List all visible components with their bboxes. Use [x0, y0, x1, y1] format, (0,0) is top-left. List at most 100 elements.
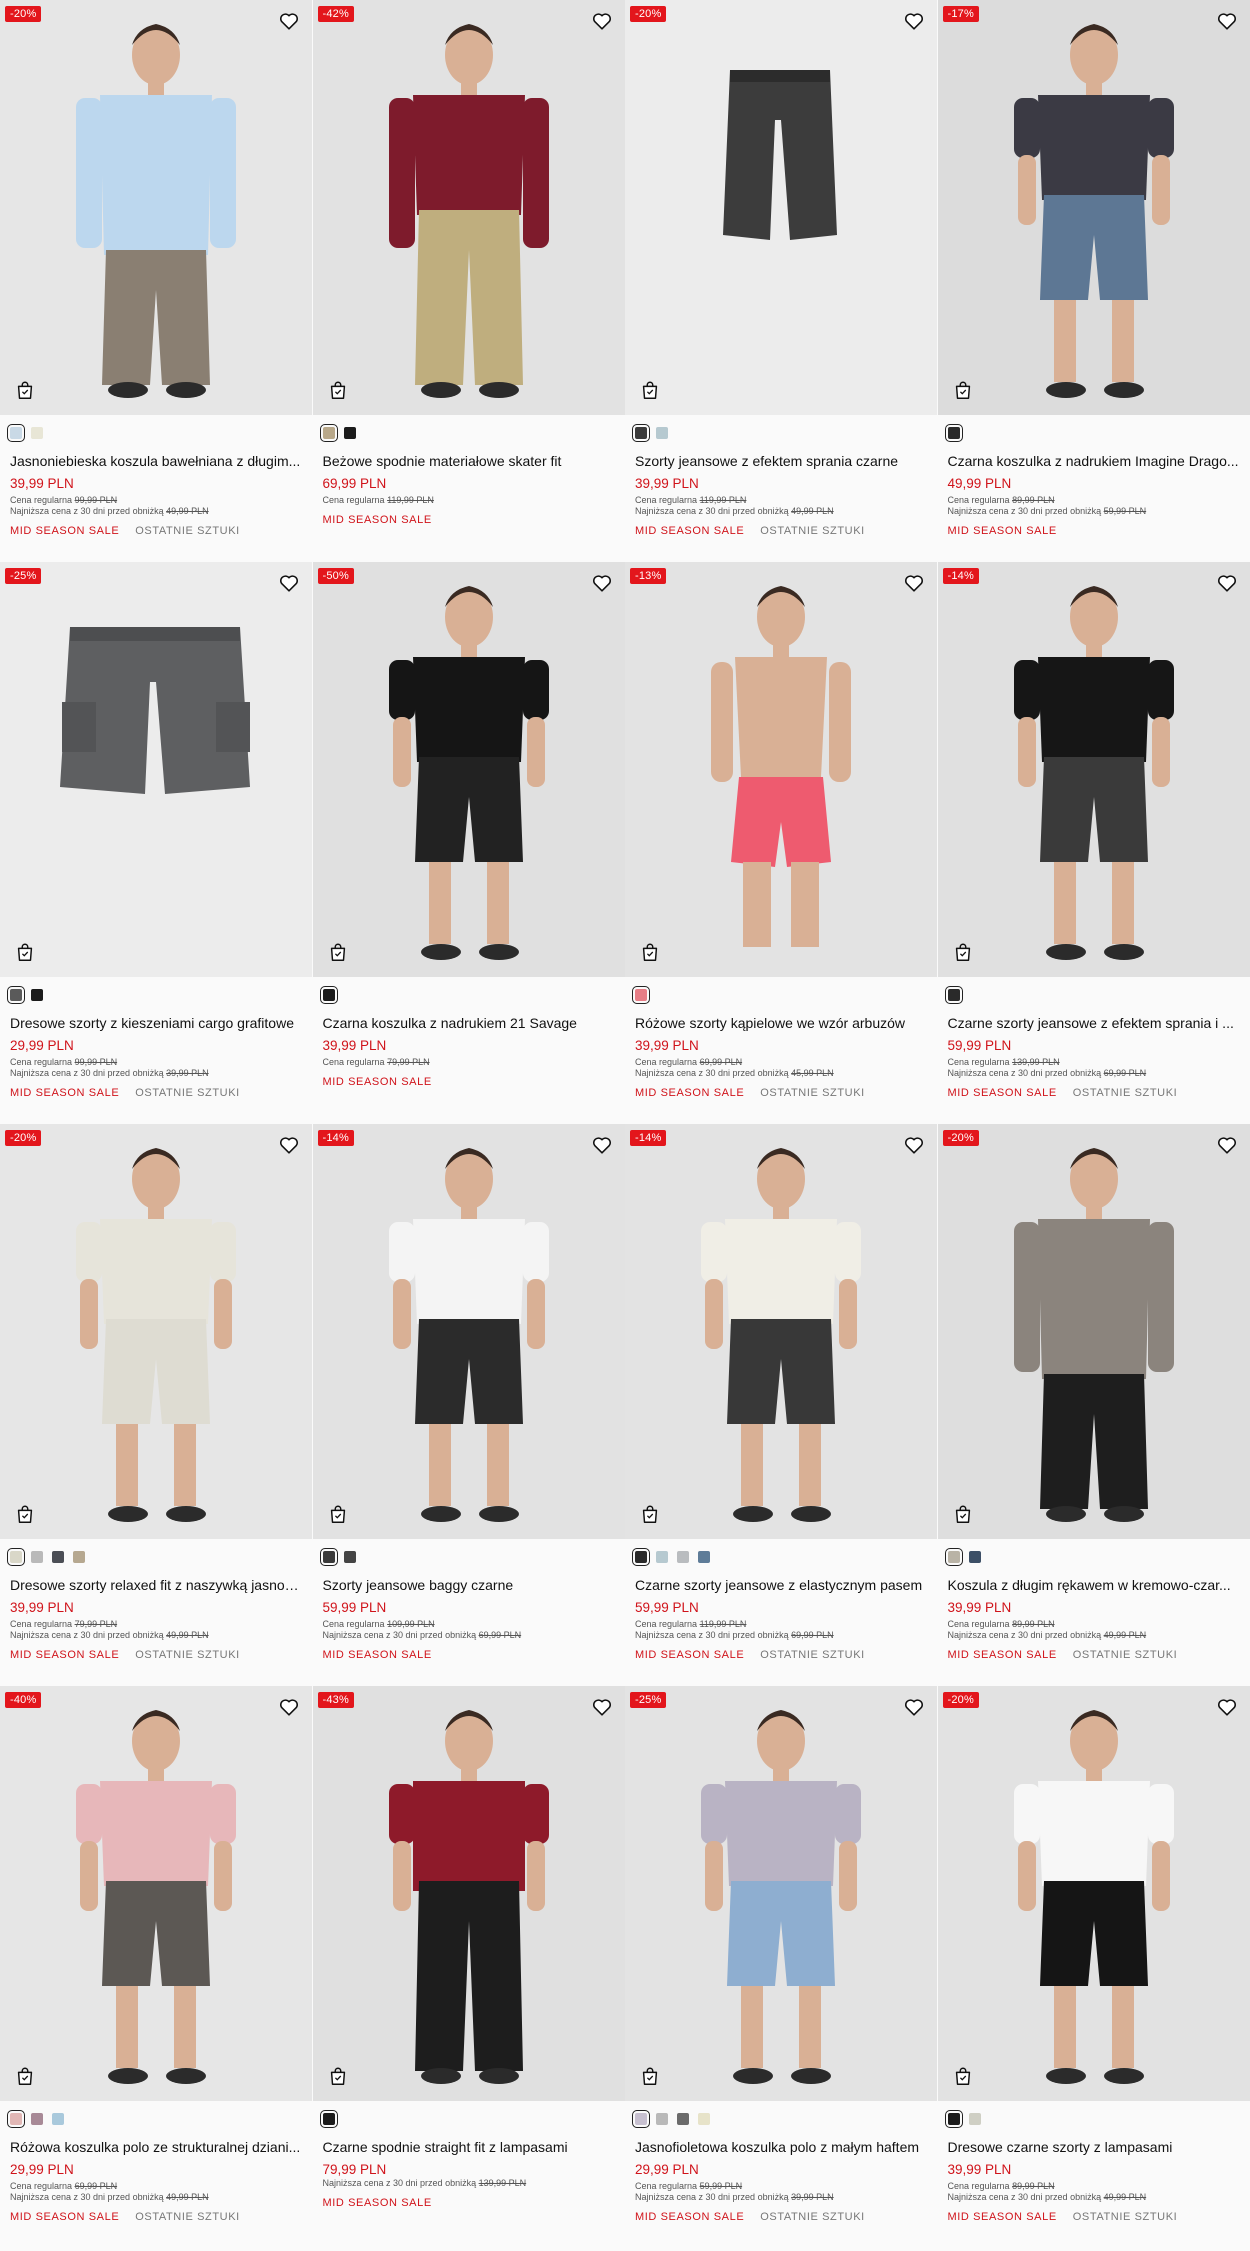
heart-icon[interactable]: [1216, 1134, 1238, 1156]
product-card[interactable]: -17% Czarna koszulka z nadrukiem Imagine …: [937, 0, 1250, 562]
heart-icon[interactable]: [278, 10, 300, 32]
color-swatch[interactable]: [968, 2113, 981, 2125]
heart-icon[interactable]: [278, 1696, 300, 1718]
product-image[interactable]: -25%: [625, 1686, 937, 2101]
color-swatch[interactable]: [677, 1551, 689, 1563]
heart-icon[interactable]: [903, 10, 925, 32]
color-swatch[interactable]: [632, 424, 650, 442]
product-card[interactable]: -13% Różowe szorty kąpielowe we wzór arbu…: [625, 562, 938, 1124]
product-title[interactable]: Jasnofioletowa koszulka polo z małym haf…: [635, 2138, 927, 2156]
color-swatch[interactable]: [656, 2113, 668, 2125]
product-image[interactable]: -20%: [625, 0, 937, 415]
bag-icon[interactable]: [327, 941, 349, 963]
color-swatch[interactable]: [968, 1551, 981, 1563]
color-swatch[interactable]: [944, 424, 963, 442]
product-title[interactable]: Czarne szorty jeansowe z elastycznym pas…: [635, 1576, 927, 1594]
color-swatch[interactable]: [656, 1551, 668, 1563]
product-card[interactable]: -25% Dresowe szorty z kieszeniami cargo g…: [0, 562, 313, 1124]
product-title[interactable]: Szorty jeansowe baggy czarne: [323, 1576, 615, 1594]
color-swatch[interactable]: [319, 2110, 338, 2128]
bag-icon[interactable]: [14, 379, 36, 401]
bag-icon[interactable]: [327, 1503, 349, 1525]
bag-icon[interactable]: [952, 2065, 974, 2087]
heart-icon[interactable]: [903, 1696, 925, 1718]
product-image[interactable]: -14%: [312, 1124, 625, 1539]
heart-icon[interactable]: [278, 572, 300, 594]
heart-icon[interactable]: [591, 1696, 613, 1718]
product-image[interactable]: -17%: [937, 0, 1250, 415]
product-card[interactable]: -20% Szorty jeansowe z efektem sprania cz…: [625, 0, 938, 562]
bag-icon[interactable]: [952, 379, 974, 401]
heart-icon[interactable]: [591, 572, 613, 594]
color-swatch[interactable]: [52, 2113, 64, 2125]
color-swatch[interactable]: [698, 2113, 710, 2125]
product-card[interactable]: -42% Beżowe spodnie materiałowe skater fi…: [312, 0, 625, 562]
heart-icon[interactable]: [1216, 10, 1238, 32]
bag-icon[interactable]: [327, 379, 349, 401]
color-swatch[interactable]: [31, 427, 43, 439]
bag-icon[interactable]: [952, 941, 974, 963]
color-swatch[interactable]: [632, 1548, 650, 1566]
bag-icon[interactable]: [639, 941, 661, 963]
product-image[interactable]: -20%: [0, 0, 312, 415]
bag-icon[interactable]: [952, 1503, 974, 1525]
color-swatch[interactable]: [31, 989, 43, 1001]
color-swatch[interactable]: [319, 424, 338, 442]
bag-icon[interactable]: [14, 1503, 36, 1525]
color-swatch[interactable]: [7, 424, 25, 442]
bag-icon[interactable]: [639, 1503, 661, 1525]
color-swatch[interactable]: [73, 1551, 85, 1563]
product-title[interactable]: Różowe szorty kąpielowe we wzór arbuzów: [635, 1014, 927, 1032]
color-swatch[interactable]: [944, 1548, 963, 1566]
product-card[interactable]: -20% Dresowe szorty relaxed fit z naszywk…: [0, 1124, 313, 1686]
color-swatch[interactable]: [944, 986, 963, 1004]
heart-icon[interactable]: [903, 1134, 925, 1156]
product-card[interactable]: -14% Szorty jeansowe baggy czarne 59,99 PL…: [312, 1124, 625, 1686]
product-title[interactable]: Jasnoniebieska koszula bawełniana z dług…: [10, 452, 302, 470]
product-card[interactable]: -14% Czarne szorty jeansowe z elastycznym…: [625, 1124, 938, 1686]
heart-icon[interactable]: [278, 1134, 300, 1156]
bag-icon[interactable]: [639, 2065, 661, 2087]
color-swatch[interactable]: [7, 2110, 25, 2128]
product-title[interactable]: Szorty jeansowe z efektem sprania czarne: [635, 452, 927, 470]
product-card[interactable]: -40% Różowa koszulka polo ze strukturalne…: [0, 1686, 313, 2248]
product-image[interactable]: -50%: [312, 562, 625, 977]
heart-icon[interactable]: [591, 1134, 613, 1156]
product-image[interactable]: -20%: [937, 1124, 1250, 1539]
color-swatch[interactable]: [7, 986, 25, 1004]
product-title[interactable]: Dresowe czarne szorty z lampasami: [948, 2138, 1240, 2156]
color-swatch[interactable]: [944, 2110, 963, 2128]
heart-icon[interactable]: [1216, 1696, 1238, 1718]
heart-icon[interactable]: [591, 10, 613, 32]
product-image[interactable]: -20%: [937, 1686, 1250, 2101]
color-swatch[interactable]: [632, 986, 650, 1004]
product-card[interactable]: -20% Koszula z długim rękawem w kremowo-c…: [937, 1124, 1250, 1686]
product-card[interactable]: -25% Jasnofioletowa koszulka polo z małym…: [625, 1686, 938, 2248]
bag-icon[interactable]: [14, 2065, 36, 2087]
color-swatch[interactable]: [656, 427, 668, 439]
color-swatch[interactable]: [31, 1551, 43, 1563]
product-card[interactable]: -20% Jasnoniebieska koszula bawełniana z …: [0, 0, 313, 562]
product-image[interactable]: -20%: [0, 1124, 312, 1539]
bag-icon[interactable]: [14, 941, 36, 963]
color-swatch[interactable]: [632, 2110, 650, 2128]
product-title[interactable]: Koszula z długim rękawem w kremowo-czar.…: [948, 1576, 1240, 1594]
color-swatch[interactable]: [677, 2113, 689, 2125]
bag-icon[interactable]: [639, 379, 661, 401]
product-image[interactable]: -42%: [312, 0, 625, 415]
product-image[interactable]: -14%: [625, 1124, 937, 1539]
product-title[interactable]: Czarne szorty jeansowe z efektem sprania…: [948, 1014, 1240, 1032]
color-swatch[interactable]: [52, 1551, 64, 1563]
product-title[interactable]: Czarna koszulka z nadrukiem Imagine Drag…: [948, 452, 1240, 470]
product-title[interactable]: Różowa koszulka polo ze strukturalnej dz…: [10, 2138, 302, 2156]
product-title[interactable]: Czarne spodnie straight fit z lampasami: [323, 2138, 615, 2156]
product-title[interactable]: Dresowe szorty relaxed fit z naszywką ja…: [10, 1576, 302, 1594]
color-swatch[interactable]: [7, 1548, 25, 1566]
product-image[interactable]: -13%: [625, 562, 937, 977]
bag-icon[interactable]: [327, 2065, 349, 2087]
heart-icon[interactable]: [1216, 572, 1238, 594]
product-card[interactable]: -14% Czarne szorty jeansowe z efektem spr…: [937, 562, 1250, 1124]
product-title[interactable]: Czarna koszulka z nadrukiem 21 Savage: [323, 1014, 615, 1032]
color-swatch[interactable]: [319, 986, 338, 1004]
product-card[interactable]: -50% Czarna koszulka z nadrukiem 21 Savag…: [312, 562, 625, 1124]
